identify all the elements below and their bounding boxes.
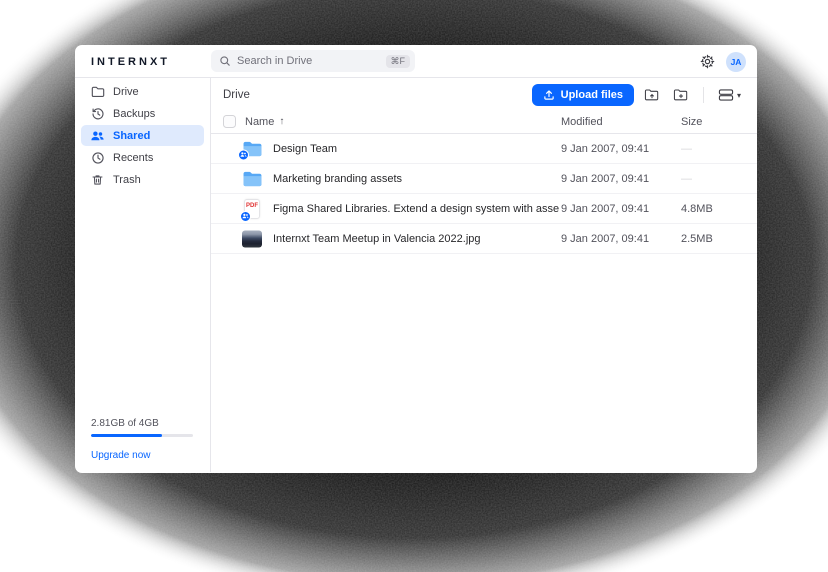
- folder-icon: [242, 140, 263, 157]
- file-list: Design Team9 Jan 2007, 09:41—Marketing b…: [211, 134, 757, 254]
- storage-progressbar: [91, 434, 193, 437]
- file-name: Design Team: [273, 143, 337, 155]
- file-name: Marketing branding assets: [273, 173, 402, 185]
- sidebar-item-backups[interactable]: Backups: [81, 103, 204, 124]
- folder-upload-icon: [644, 88, 660, 102]
- search-icon: [219, 55, 231, 67]
- settings-gear-icon[interactable]: [700, 54, 715, 69]
- folder-icon: [90, 85, 105, 99]
- image-thumbnail: [242, 230, 262, 247]
- stage: INTERNXT Search in Drive ⌘F JA Drive Back…: [0, 0, 828, 572]
- sidebar-item-drive[interactable]: Drive: [81, 81, 204, 102]
- breadcrumb[interactable]: Drive: [223, 89, 250, 101]
- sidebar-item-shared[interactable]: Shared: [81, 125, 204, 146]
- table-row[interactable]: Design Team 9 Jan 2007, 09:41 —: [211, 134, 757, 164]
- trash-icon: [90, 173, 105, 187]
- storage-usage-label: 2.81GB of 4GB: [91, 418, 193, 429]
- sidebar-item-label: Backups: [113, 108, 155, 120]
- topbar-actions: JA: [700, 45, 746, 78]
- table-header: Name ↑ Modified Size: [211, 110, 757, 134]
- file-size: 4.8MB: [681, 203, 713, 215]
- file-size: 2.5MB: [681, 233, 713, 245]
- search-placeholder: Search in Drive: [237, 55, 386, 67]
- backup-clock-icon: [90, 107, 105, 121]
- file-modified: 9 Jan 2007, 09:41: [561, 233, 649, 245]
- sidebar-item-label: Trash: [113, 174, 141, 186]
- avatar[interactable]: JA: [726, 52, 746, 72]
- main-panel: Drive Upload files: [211, 78, 757, 472]
- file-modified: 9 Jan 2007, 09:41: [561, 143, 649, 155]
- app-window: INTERNXT Search in Drive ⌘F JA Drive Back…: [75, 45, 757, 473]
- sidebar-item-label: Drive: [113, 86, 139, 98]
- list-view-icon: [718, 88, 734, 102]
- clock-icon: [90, 151, 105, 165]
- file-name: Figma Shared Libraries. Extend a design …: [273, 203, 559, 215]
- sidebar-nav: Drive Backups Shared Recents Trash: [75, 81, 210, 190]
- search-input[interactable]: Search in Drive ⌘F: [211, 50, 415, 72]
- file-size: —: [681, 173, 692, 185]
- view-mode-button[interactable]: ▾: [715, 86, 744, 104]
- select-all-checkbox[interactable]: [223, 115, 236, 128]
- shared-badge-icon: [238, 149, 249, 160]
- storage-progress-fill: [91, 434, 162, 437]
- table-row[interactable]: PDF Figma Shared Libraries. Extend a desi…: [211, 194, 757, 224]
- toolbar-divider: [703, 87, 704, 103]
- people-icon: [90, 129, 105, 143]
- pdf-file-icon: PDF: [244, 199, 260, 219]
- upgrade-now-link[interactable]: Upgrade now: [91, 450, 193, 461]
- action-buttons: Upload files: [532, 84, 744, 106]
- chevron-down-icon: ▾: [737, 91, 741, 100]
- sidebar: Drive Backups Shared Recents Trash 2.81GB of…: [75, 78, 211, 472]
- sidebar-item-label: Recents: [113, 152, 153, 164]
- column-header-size[interactable]: Size: [681, 116, 702, 128]
- shared-badge-icon: [240, 211, 251, 222]
- sidebar-item-trash[interactable]: Trash: [81, 169, 204, 190]
- sidebar-item-label: Shared: [113, 130, 150, 142]
- file-modified: 9 Jan 2007, 09:41: [561, 173, 649, 185]
- folder-icon: [242, 170, 263, 187]
- main-header: Drive Upload files: [211, 80, 757, 110]
- sidebar-item-recents[interactable]: Recents: [81, 147, 204, 168]
- brand-logo: INTERNXT: [91, 56, 170, 68]
- sort-arrow-icon: ↑: [279, 116, 284, 127]
- upload-files-button[interactable]: Upload files: [532, 84, 634, 106]
- file-modified: 9 Jan 2007, 09:41: [561, 203, 649, 215]
- image-thumbnail-preview: [242, 230, 262, 247]
- column-header-modified[interactable]: Modified: [561, 116, 603, 128]
- file-name: Internxt Team Meetup in Valencia 2022.jp…: [273, 233, 481, 245]
- storage-section: 2.81GB of 4GB Upgrade now: [91, 418, 193, 461]
- upload-files-label: Upload files: [561, 89, 623, 101]
- upload-icon: [543, 89, 555, 101]
- search-shortcut-badge: ⌘F: [386, 55, 411, 68]
- table-row[interactable]: Marketing branding assets 9 Jan 2007, 09:…: [211, 164, 757, 194]
- create-folder-button[interactable]: [670, 86, 692, 104]
- column-header-name[interactable]: Name ↑: [245, 116, 284, 128]
- topbar: INTERNXT Search in Drive ⌘F JA: [75, 45, 757, 78]
- file-size: —: [681, 143, 692, 155]
- folder-plus-icon: [673, 88, 689, 102]
- table-row[interactable]: Internxt Team Meetup in Valencia 2022.jp…: [211, 224, 757, 254]
- upload-folder-button[interactable]: [641, 86, 663, 104]
